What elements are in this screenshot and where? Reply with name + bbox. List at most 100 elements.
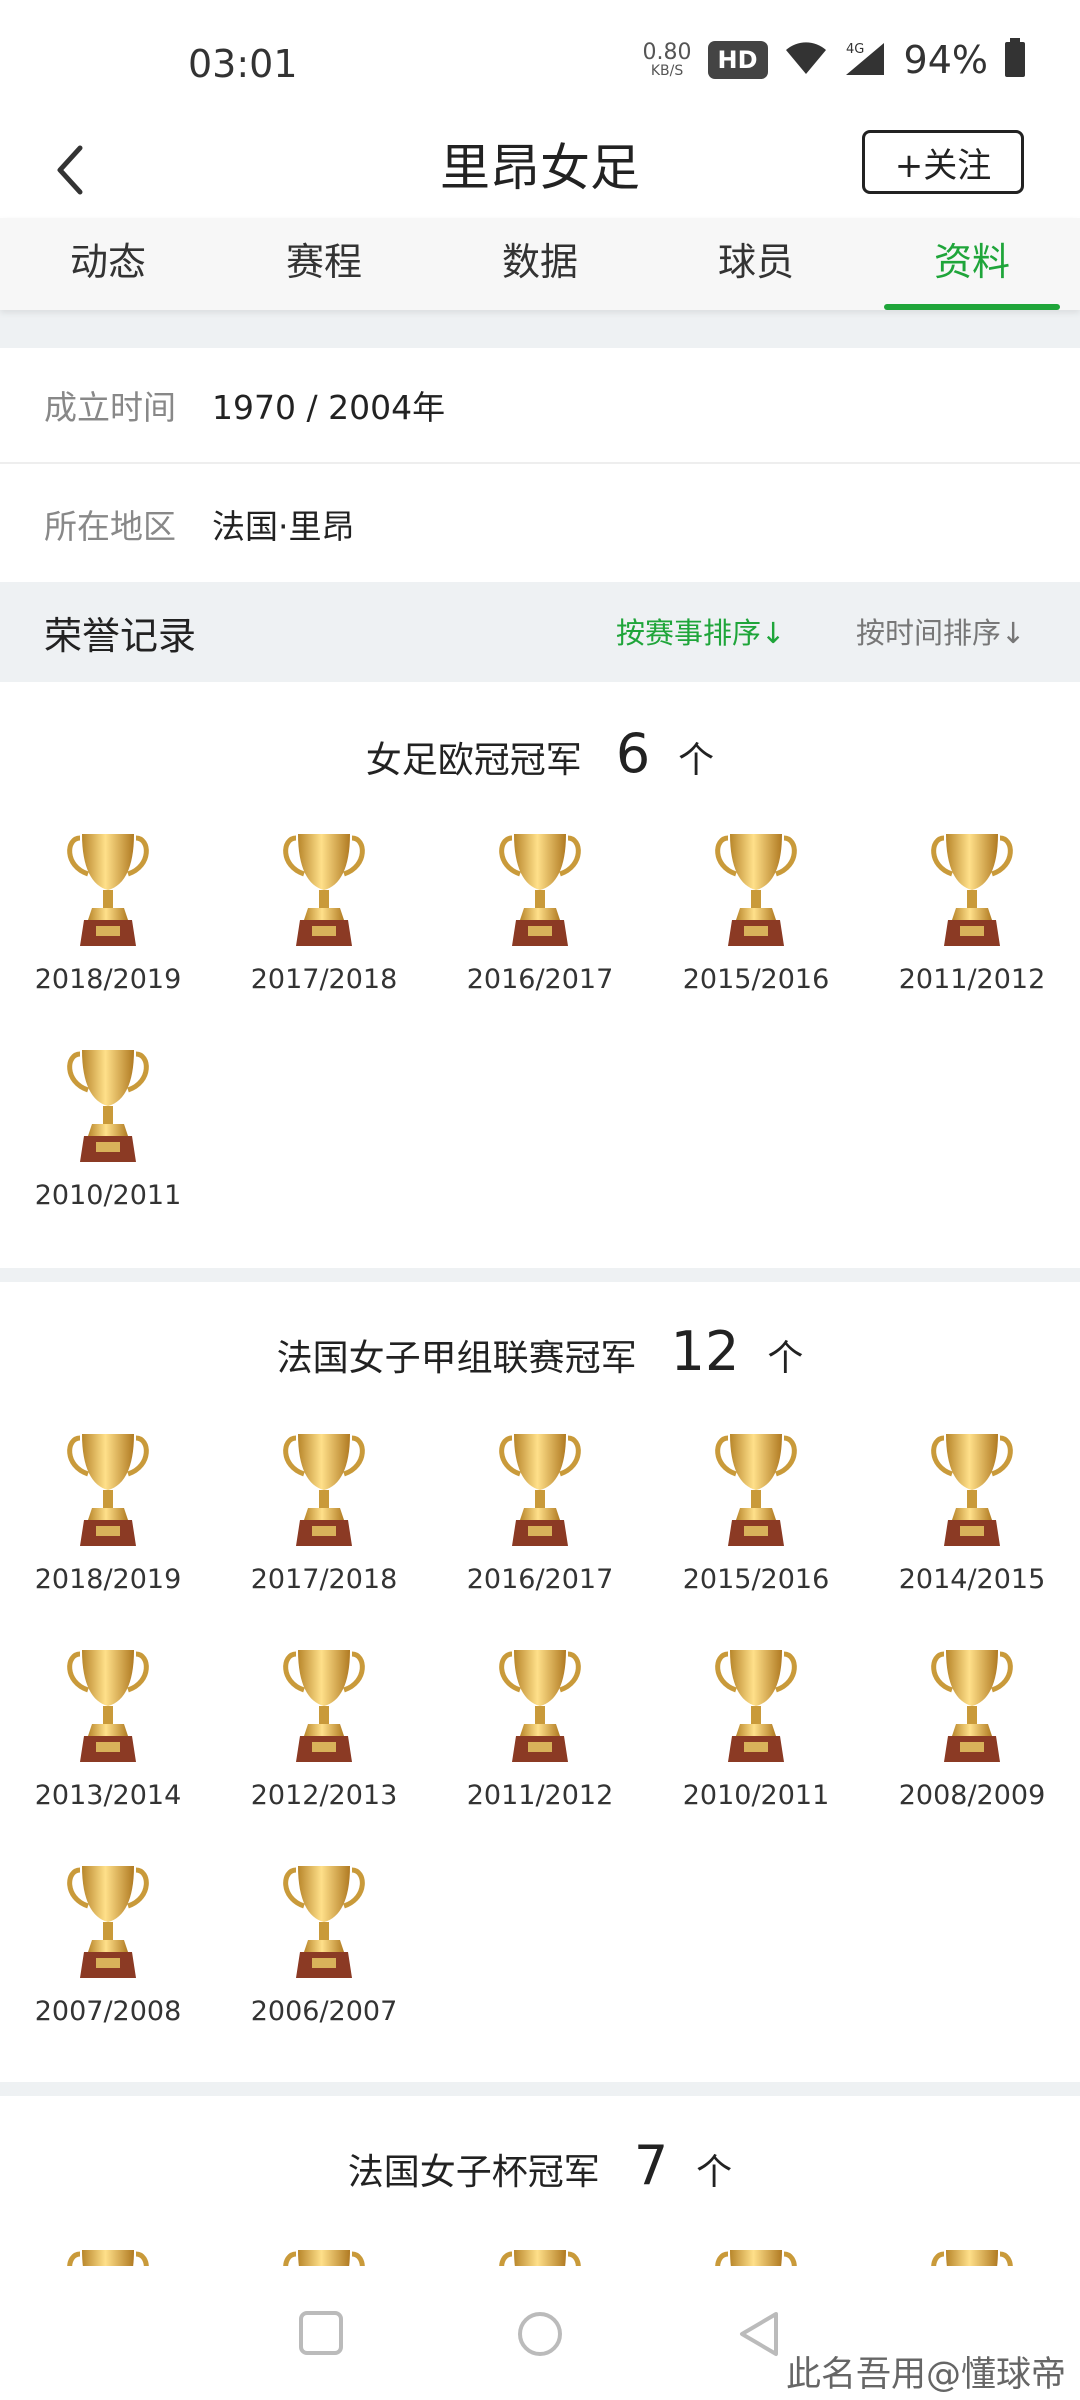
trophy-icon xyxy=(494,2246,586,2266)
square-icon xyxy=(299,2311,343,2355)
honors-header: 荣誉记录 按赛事排序↓ 按时间排序↓ xyxy=(0,582,1080,682)
trophy-item: 2006/2007 xyxy=(216,1862,432,2062)
hd-badge: HD xyxy=(707,41,768,79)
trophy-item: 2012/2013 xyxy=(216,1646,432,1846)
region-row: 所在地区 法国·里昂 xyxy=(0,466,1080,582)
trophy-icon xyxy=(494,1646,586,1770)
trophy-item: 2015/2016 xyxy=(648,830,864,1030)
trophy-item: 2015/2016 xyxy=(648,1430,864,1630)
season-label: 2018/2019 xyxy=(34,964,182,995)
competition-name: 法国女子杯冠军 xyxy=(347,2152,600,2193)
season-label: 2013/2014 xyxy=(34,1780,182,1811)
trophy-item: 2017/2018 xyxy=(216,1430,432,1630)
trophy-item: 2013/2014 xyxy=(0,1646,216,1846)
trophy-icon xyxy=(710,830,802,954)
trophy-icon xyxy=(926,2246,1018,2266)
trophy-item: 2016/2017 xyxy=(432,1430,648,1630)
competition-count: 6 xyxy=(615,722,651,785)
trophy-item: 2017/2018 xyxy=(216,830,432,1030)
region-label: 所在地区 xyxy=(44,507,176,546)
trophy-icon xyxy=(278,1430,370,1554)
section-divider xyxy=(0,2082,1080,2096)
season-label: 2011/2012 xyxy=(898,964,1046,995)
season-label: 2006/2007 xyxy=(250,1996,398,2027)
trophy-icon xyxy=(494,1430,586,1554)
signal-4g-icon: 4G xyxy=(844,39,888,81)
trophy-icon xyxy=(710,1430,802,1554)
trophy-icon xyxy=(62,2246,154,2266)
network-speed-value: 0.80 xyxy=(642,40,692,65)
sort-by-time-button[interactable]: 按时间排序↓ xyxy=(856,610,1025,652)
trophy-icon xyxy=(926,1430,1018,1554)
trophy-item: 2010/2011 xyxy=(648,1646,864,1846)
follow-button[interactable]: +关注 xyxy=(862,130,1024,194)
trophy-icon xyxy=(926,830,1018,954)
status-time: 03:01 xyxy=(188,42,298,86)
season-label: 2017/2018 xyxy=(250,1564,398,1595)
battery-percent: 94% xyxy=(903,38,988,82)
founded-row: 成立时间 1970 / 2004年 xyxy=(0,348,1080,464)
competition-count: 12 xyxy=(670,1320,740,1383)
season-label: 2010/2011 xyxy=(682,1780,830,1811)
trophy-icon xyxy=(710,1646,802,1770)
season-label: 2014/2015 xyxy=(898,1564,1046,1595)
season-label: 2016/2017 xyxy=(466,964,614,995)
competition-unit: 个 xyxy=(696,2152,733,2193)
trophy-icon xyxy=(62,830,154,954)
trophy-icon xyxy=(62,1862,154,1986)
back-nav-button[interactable] xyxy=(736,2310,782,2362)
trophy-item: 2016/2017 xyxy=(432,830,648,1030)
season-label: 2015/2016 xyxy=(682,964,830,995)
trophy-icon xyxy=(62,1646,154,1770)
tab-profile[interactable]: 资料 xyxy=(864,218,1080,310)
trophy-icon xyxy=(278,2246,370,2266)
triangle-back-icon xyxy=(740,2312,778,2356)
status-icons: 0.80 KB/S HD 4G 94% xyxy=(643,38,1026,82)
tab-players[interactable]: 球员 xyxy=(648,218,864,310)
section-divider xyxy=(0,1268,1080,1282)
tab-schedule[interactable]: 赛程 xyxy=(216,218,432,310)
trophy-icon xyxy=(926,1646,1018,1770)
trophy-item: 2014/2015 xyxy=(864,1430,1080,1630)
season-label: 2016/2017 xyxy=(466,1564,614,1595)
circle-icon xyxy=(518,2312,562,2356)
trophy-item: 2008/2009 xyxy=(864,1646,1080,1846)
tab-dynamics[interactable]: 动态 xyxy=(0,218,216,310)
season-label: 2018/2019 xyxy=(34,1564,182,1595)
trophy-row-partial xyxy=(0,2246,1080,2266)
competition-count: 7 xyxy=(633,2134,669,2197)
recents-button[interactable] xyxy=(298,2310,344,2360)
svg-text:4G: 4G xyxy=(846,42,864,57)
trophy-item: 2011/2012 xyxy=(432,1646,648,1846)
tab-stats[interactable]: 数据 xyxy=(432,218,648,310)
founded-value: 1970 / 2004年 xyxy=(212,388,446,427)
trophy-item: 2018/2019 xyxy=(0,830,216,1030)
season-label: 2012/2013 xyxy=(250,1780,398,1811)
competition-title: 法国女子甲组联赛冠军 12 个 xyxy=(0,1320,1080,1383)
competition-unit: 个 xyxy=(678,740,715,781)
nav-bar: 里昂女足 +关注 xyxy=(0,120,1080,220)
trophy-icon xyxy=(278,830,370,954)
home-button[interactable] xyxy=(516,2310,564,2362)
trophy-icon xyxy=(710,2246,802,2266)
trophy-icon xyxy=(278,1862,370,1986)
competition-name: 法国女子甲组联赛冠军 xyxy=(276,1338,637,1379)
season-label: 2015/2016 xyxy=(682,1564,830,1595)
trophy-item: 2011/2012 xyxy=(864,830,1080,1030)
competition-unit: 个 xyxy=(767,1338,804,1379)
sort-by-competition-button[interactable]: 按赛事排序↓ xyxy=(616,610,785,652)
competition-title: 女足欧冠冠军 6 个 xyxy=(0,722,1080,785)
trophy-icon xyxy=(494,830,586,954)
competition-name: 女足欧冠冠军 xyxy=(365,740,582,781)
region-value: 法国·里昂 xyxy=(212,507,355,546)
network-speed-unit: KB/S xyxy=(650,63,684,79)
season-label: 2010/2011 xyxy=(34,1180,182,1211)
wifi-icon xyxy=(784,40,828,80)
competition-title: 法国女子杯冠军 7 个 xyxy=(0,2134,1080,2197)
trophy-item: 2018/2019 xyxy=(0,1430,216,1630)
trophy-icon xyxy=(62,1430,154,1554)
status-bar: 03:01 0.80 KB/S HD 4G 94% xyxy=(0,0,1080,130)
founded-label: 成立时间 xyxy=(44,388,176,427)
trophy-item: 2007/2008 xyxy=(0,1862,216,2062)
tab-bar: 动态 赛程 数据 球员 资料 xyxy=(0,218,1080,310)
